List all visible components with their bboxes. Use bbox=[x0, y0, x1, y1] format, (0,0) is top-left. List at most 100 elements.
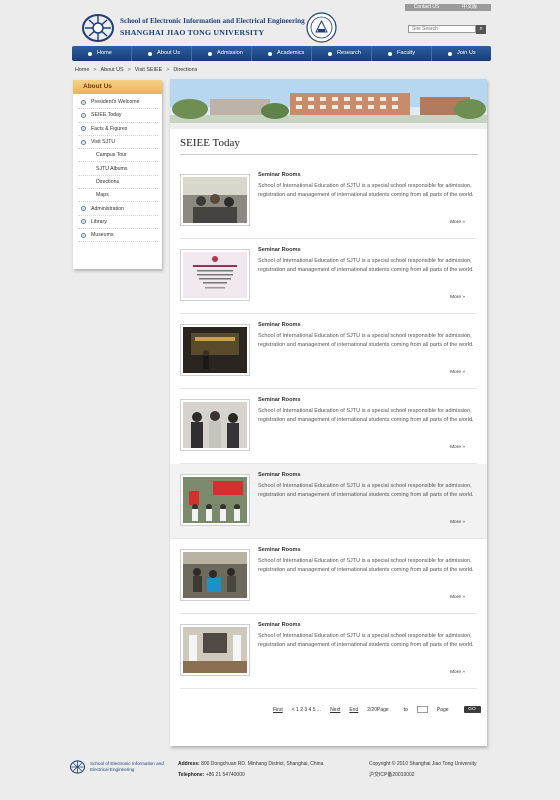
chinese-version-link[interactable]: 中文版 bbox=[448, 4, 491, 11]
breadcrumb: Home > About US > Visit SEIEE > Directio… bbox=[75, 67, 197, 73]
search-button[interactable]: ⌕ bbox=[476, 25, 486, 34]
sidebar-list: + President's Welcome + SEIEE Today + Facts &… bbox=[73, 94, 162, 243]
news-item: Seminar Rooms School of International Edu… bbox=[180, 539, 477, 614]
news-title[interactable]: Seminar Rooms bbox=[258, 622, 301, 628]
go-button[interactable]: GO bbox=[463, 706, 481, 713]
collapse-icon[interactable]: − bbox=[81, 139, 86, 145]
address-value: 800 Dongchuan RD. Minhang District, Shan… bbox=[201, 761, 324, 767]
sidebar-item-label: Visit SJTU bbox=[91, 139, 116, 146]
sidebar-item-sjtu-albums[interactable]: SJTU Albums bbox=[78, 162, 158, 176]
more-link[interactable]: More » bbox=[450, 445, 465, 450]
news-photo-image bbox=[183, 327, 247, 373]
footer-school-name: School of Electronic Information and Ele… bbox=[90, 761, 164, 772]
news-thumbnail[interactable] bbox=[180, 549, 250, 601]
seiee-logo-icon[interactable] bbox=[82, 13, 116, 43]
news-thumbnail[interactable] bbox=[180, 474, 250, 526]
expand-icon[interactable]: + bbox=[81, 232, 86, 238]
breadcrumb-separator: > bbox=[166, 67, 170, 73]
expand-icon[interactable]: + bbox=[81, 112, 86, 118]
sidebar-item-museums[interactable]: + Museums bbox=[78, 229, 158, 243]
expand-icon[interactable]: + bbox=[81, 126, 86, 132]
page-numbers[interactable]: < 1 2 3 4 5 ... bbox=[292, 707, 321, 713]
phone-label: Telephone: bbox=[178, 772, 205, 778]
more-link[interactable]: More » bbox=[450, 295, 465, 300]
icp-number: 沪交ICP备20010002 bbox=[369, 772, 415, 778]
nav-academics[interactable]: Academics bbox=[252, 46, 312, 61]
nav-research[interactable]: Research bbox=[312, 46, 372, 61]
news-photo-image bbox=[183, 477, 247, 523]
more-link[interactable]: More » bbox=[450, 595, 465, 600]
news-description: School of International Education of SJT… bbox=[258, 333, 474, 348]
utility-bar: Contact US 中文版 bbox=[405, 4, 491, 11]
sidebar-item-president-s-welcome[interactable]: + President's Welcome bbox=[78, 96, 158, 110]
sidebar: About Us + President's Welcome + SEIEE Toda… bbox=[73, 80, 162, 269]
next-page-link[interactable]: Next bbox=[330, 707, 340, 713]
expand-icon[interactable]: + bbox=[81, 99, 86, 105]
pagination: First < 1 2 3 4 5 ... Next End 2/20Page … bbox=[273, 706, 481, 713]
sidebar-item-directions[interactable]: Directions bbox=[78, 176, 158, 190]
sidebar-item-visit-sjtu[interactable]: − Visit SJTU bbox=[78, 136, 158, 150]
bullet-icon bbox=[328, 51, 332, 56]
sidebar-item-maps[interactable]: Maps bbox=[78, 189, 158, 203]
news-thumbnail[interactable] bbox=[180, 324, 250, 376]
news-photo-image bbox=[183, 252, 247, 298]
sidebar-item-campus-tour[interactable]: Campus Tour bbox=[78, 149, 158, 163]
more-link[interactable]: More » bbox=[450, 670, 465, 675]
news-title[interactable]: Seminar Rooms bbox=[258, 322, 301, 328]
contact-link[interactable]: Contact US bbox=[405, 4, 448, 11]
bullet-icon bbox=[208, 51, 212, 56]
news-thumbnail[interactable] bbox=[180, 399, 250, 451]
breadcrumb-about[interactable]: About US bbox=[101, 67, 124, 73]
nav-admission[interactable]: Admission bbox=[192, 46, 252, 61]
sidebar-item-facts-figures[interactable]: + Facts & Figures bbox=[78, 123, 158, 136]
more-link[interactable]: More » bbox=[450, 520, 465, 525]
bullet-icon bbox=[268, 51, 272, 56]
news-description: School of International Education of SJT… bbox=[258, 558, 474, 573]
news-title[interactable]: Seminar Rooms bbox=[258, 247, 301, 253]
footer-copyright: Copyright © 2010 Shanghai Jiao Tong Univ… bbox=[369, 759, 477, 781]
title-divider bbox=[180, 154, 478, 155]
page-title: SEIEE Today bbox=[180, 137, 240, 149]
news-item: Seminar Rooms School of International Edu… bbox=[180, 239, 477, 314]
news-title[interactable]: Seminar Rooms bbox=[258, 172, 301, 178]
nav-home[interactable]: Home bbox=[72, 46, 132, 61]
goto-label: to bbox=[403, 706, 408, 713]
site-search: ⌕ bbox=[408, 25, 486, 34]
news-title[interactable]: Seminar Rooms bbox=[258, 472, 301, 478]
page-number-input[interactable] bbox=[416, 706, 428, 713]
nav-join-us[interactable]: Join Us bbox=[432, 46, 491, 61]
expand-icon[interactable]: + bbox=[81, 206, 86, 212]
news-title[interactable]: Seminar Rooms bbox=[258, 397, 301, 403]
news-item: Seminar Rooms School of International Edu… bbox=[180, 314, 477, 389]
sidebar-item-label: Library bbox=[91, 218, 107, 225]
breadcrumb-visit[interactable]: Visit SEIEE bbox=[135, 67, 162, 73]
search-input[interactable] bbox=[408, 25, 476, 33]
bullet-icon bbox=[388, 51, 392, 56]
news-item: Seminar Rooms School of International Edu… bbox=[180, 614, 477, 689]
more-link[interactable]: More » bbox=[450, 220, 465, 225]
news-description: School of International Education of SJT… bbox=[258, 408, 474, 423]
news-item: Seminar Rooms School of International Edu… bbox=[180, 164, 477, 239]
expand-icon[interactable]: + bbox=[81, 219, 86, 225]
news-thumbnail[interactable] bbox=[180, 624, 250, 676]
bullet-icon bbox=[88, 51, 92, 56]
breadcrumb-separator: > bbox=[93, 67, 97, 73]
school-name: School of Electronic Information and Ele… bbox=[120, 17, 305, 25]
first-page-link[interactable]: First bbox=[273, 707, 283, 713]
news-description: School of International Education of SJT… bbox=[258, 183, 474, 198]
end-page-link[interactable]: End bbox=[349, 707, 358, 713]
sidebar-item-administration[interactable]: + Administration bbox=[78, 202, 158, 216]
breadcrumb-home[interactable]: Home bbox=[75, 67, 89, 73]
more-link[interactable]: More » bbox=[450, 370, 465, 375]
news-thumbnail[interactable] bbox=[180, 249, 250, 301]
footer-address: Address: 800 Dongchuan RD. Minhang Distr… bbox=[178, 759, 323, 781]
news-thumbnail[interactable] bbox=[180, 174, 250, 226]
sidebar-item-label: Administration bbox=[91, 205, 124, 212]
campus-buildings-image bbox=[170, 79, 487, 129]
phone-value: +86 21 54740000 bbox=[205, 772, 245, 778]
nav-about-us[interactable]: About Us bbox=[132, 46, 192, 61]
nav-faculty[interactable]: Faculty bbox=[372, 46, 432, 61]
news-title[interactable]: Seminar Rooms bbox=[258, 547, 301, 553]
sidebar-item-seiee-today[interactable]: + SEIEE Today bbox=[78, 109, 158, 123]
sidebar-item-library[interactable]: + Library bbox=[78, 216, 158, 229]
